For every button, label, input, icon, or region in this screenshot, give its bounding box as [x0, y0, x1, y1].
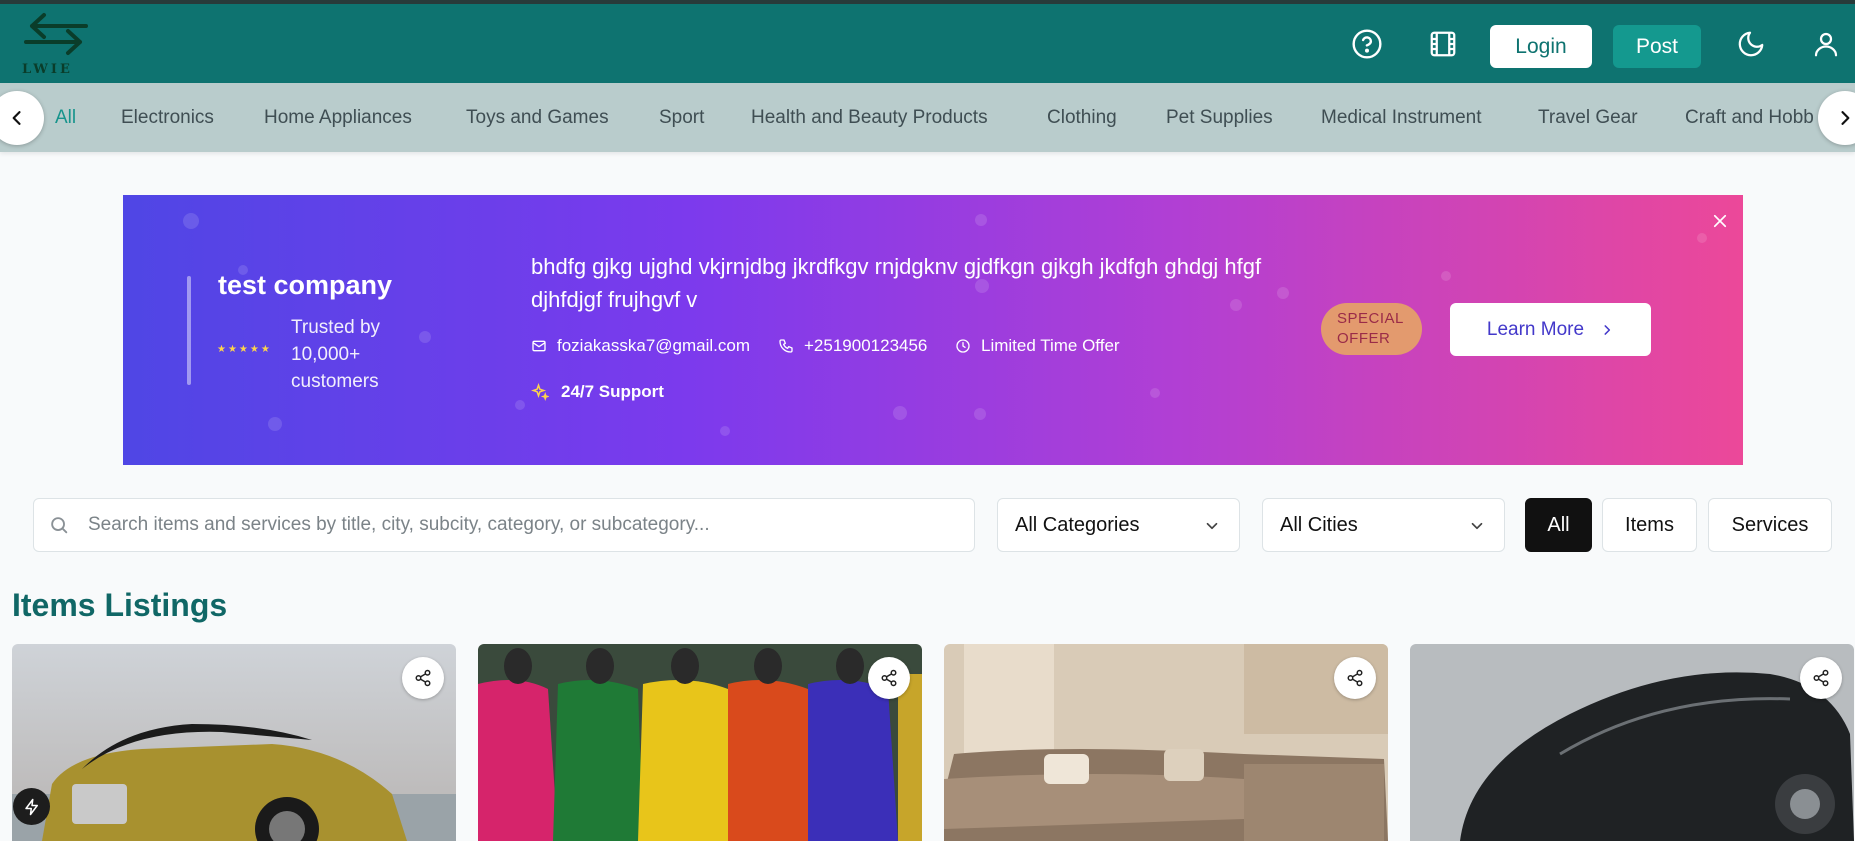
category-health-beauty[interactable]: Health and Beauty Products — [751, 107, 988, 129]
offer-text: Limited Time Offer — [981, 336, 1120, 355]
user-icon[interactable] — [1808, 26, 1844, 62]
listing-image-dresses — [478, 644, 922, 841]
filter-all-button[interactable]: All — [1525, 498, 1592, 552]
share-icon — [415, 669, 431, 687]
sparkles-icon — [531, 383, 549, 401]
offer-info: Limited Time Offer — [955, 335, 1120, 357]
support-info: 24/7 Support — [531, 381, 664, 403]
chevron-right-icon — [1604, 324, 1611, 335]
decor-dot — [720, 426, 730, 436]
learn-more-label: Learn More — [1486, 318, 1585, 340]
category-travel-gear[interactable]: Travel Gear — [1538, 107, 1638, 129]
category-bar: All Electronics Home Appliances Toys and… — [0, 83, 1855, 152]
rating-stars: ★★★★★ — [217, 344, 272, 355]
chevron-down-icon — [1471, 522, 1483, 530]
category-next-button[interactable] — [1818, 91, 1855, 145]
promo-banner: test company ★★★★★ Trusted by 10,000+ cu… — [123, 195, 1743, 465]
category-toys-and-games[interactable]: Toys and Games — [466, 107, 609, 129]
listing-image-car — [12, 644, 456, 841]
category-all[interactable]: All — [55, 107, 76, 129]
share-icon — [1347, 669, 1363, 687]
filter-items-button[interactable]: Items — [1602, 498, 1697, 552]
share-button[interactable] — [868, 657, 910, 699]
chevron-left-icon — [12, 111, 21, 125]
share-button[interactable] — [1800, 657, 1842, 699]
special-offer-badge: SPECIAL OFFER — [1321, 303, 1422, 355]
decor-dot — [975, 214, 987, 226]
city-select-value: All Cities — [1280, 513, 1358, 536]
logo[interactable]: LWIE — [20, 12, 92, 78]
decor-dot — [1697, 233, 1707, 243]
listing-image-sofa — [944, 644, 1388, 841]
learn-more-button[interactable]: Learn More — [1450, 303, 1651, 356]
lightning-icon — [24, 798, 38, 815]
company-name: test company — [218, 270, 393, 300]
decor-dot — [268, 417, 282, 431]
search-input[interactable] — [88, 499, 958, 551]
category-home-appliances[interactable]: Home Appliances — [264, 107, 412, 129]
section-title: Items Listings — [12, 587, 228, 623]
listing-card[interactable] — [12, 644, 456, 841]
listing-card[interactable] — [478, 644, 922, 841]
listing-image-concept-car — [1410, 644, 1854, 841]
moon-icon[interactable] — [1733, 26, 1769, 62]
decor-dot — [183, 213, 199, 229]
search-box[interactable] — [33, 498, 975, 552]
email-contact[interactable]: foziakasska7@gmail.com — [531, 335, 750, 357]
close-icon — [1713, 214, 1727, 228]
support-text: 24/7 Support — [561, 382, 664, 401]
clock-icon — [956, 339, 970, 353]
listing-card[interactable] — [1410, 644, 1854, 841]
share-button[interactable] — [402, 657, 444, 699]
category-clothing[interactable]: Clothing — [1047, 107, 1117, 129]
logo-text: LWIE — [22, 62, 73, 77]
category-pet-supplies[interactable]: Pet Supplies — [1166, 107, 1273, 129]
filter-services-button[interactable]: Services — [1708, 498, 1832, 552]
decor-dot — [1441, 271, 1451, 281]
category-craft-hobby[interactable]: Craft and Hobb — [1685, 107, 1814, 129]
quick-action-button[interactable] — [13, 788, 50, 825]
category-medical-instrument[interactable]: Medical Instrument — [1321, 107, 1482, 129]
trusted-text: Trusted by 10,000+ customers — [291, 317, 381, 392]
decor-dot — [974, 408, 986, 420]
share-icon — [1813, 669, 1829, 687]
phone-icon — [779, 339, 793, 353]
film-icon[interactable] — [1425, 26, 1461, 62]
category-prev-button[interactable] — [0, 91, 44, 145]
search-icon — [51, 517, 68, 534]
company-divider — [187, 276, 191, 385]
close-banner-button[interactable] — [1707, 208, 1733, 234]
logo-arrows-icon — [24, 13, 88, 55]
login-button[interactable]: Login — [1490, 25, 1592, 68]
header: LWIE Login Post — [0, 4, 1855, 83]
category-select[interactable]: All Categories — [997, 498, 1240, 552]
phone-text: +251900123456 — [804, 336, 928, 355]
listing-card[interactable] — [944, 644, 1388, 841]
help-circle-icon[interactable] — [1349, 26, 1385, 62]
decor-dot — [1150, 388, 1160, 398]
category-select-value: All Categories — [1015, 513, 1140, 536]
email-text: foziakasska7@gmail.com — [557, 336, 750, 355]
chevron-down-icon — [1206, 522, 1218, 530]
phone-contact[interactable]: +251900123456 — [778, 335, 927, 357]
share-button[interactable] — [1334, 657, 1376, 699]
city-select[interactable]: All Cities — [1262, 498, 1505, 552]
post-button[interactable]: Post — [1613, 25, 1701, 68]
mail-icon — [532, 340, 546, 352]
promo-description: bhdfg gjkg ujghd vkjrnjdbg jkrdfkgv rnjd… — [531, 254, 1262, 312]
share-icon — [881, 669, 897, 687]
decor-dot — [893, 406, 907, 420]
decor-dot — [515, 400, 525, 410]
category-sport[interactable]: Sport — [659, 107, 704, 129]
chevron-right-icon — [1841, 111, 1850, 125]
decor-dot — [419, 331, 431, 343]
category-electronics[interactable]: Electronics — [121, 107, 214, 129]
